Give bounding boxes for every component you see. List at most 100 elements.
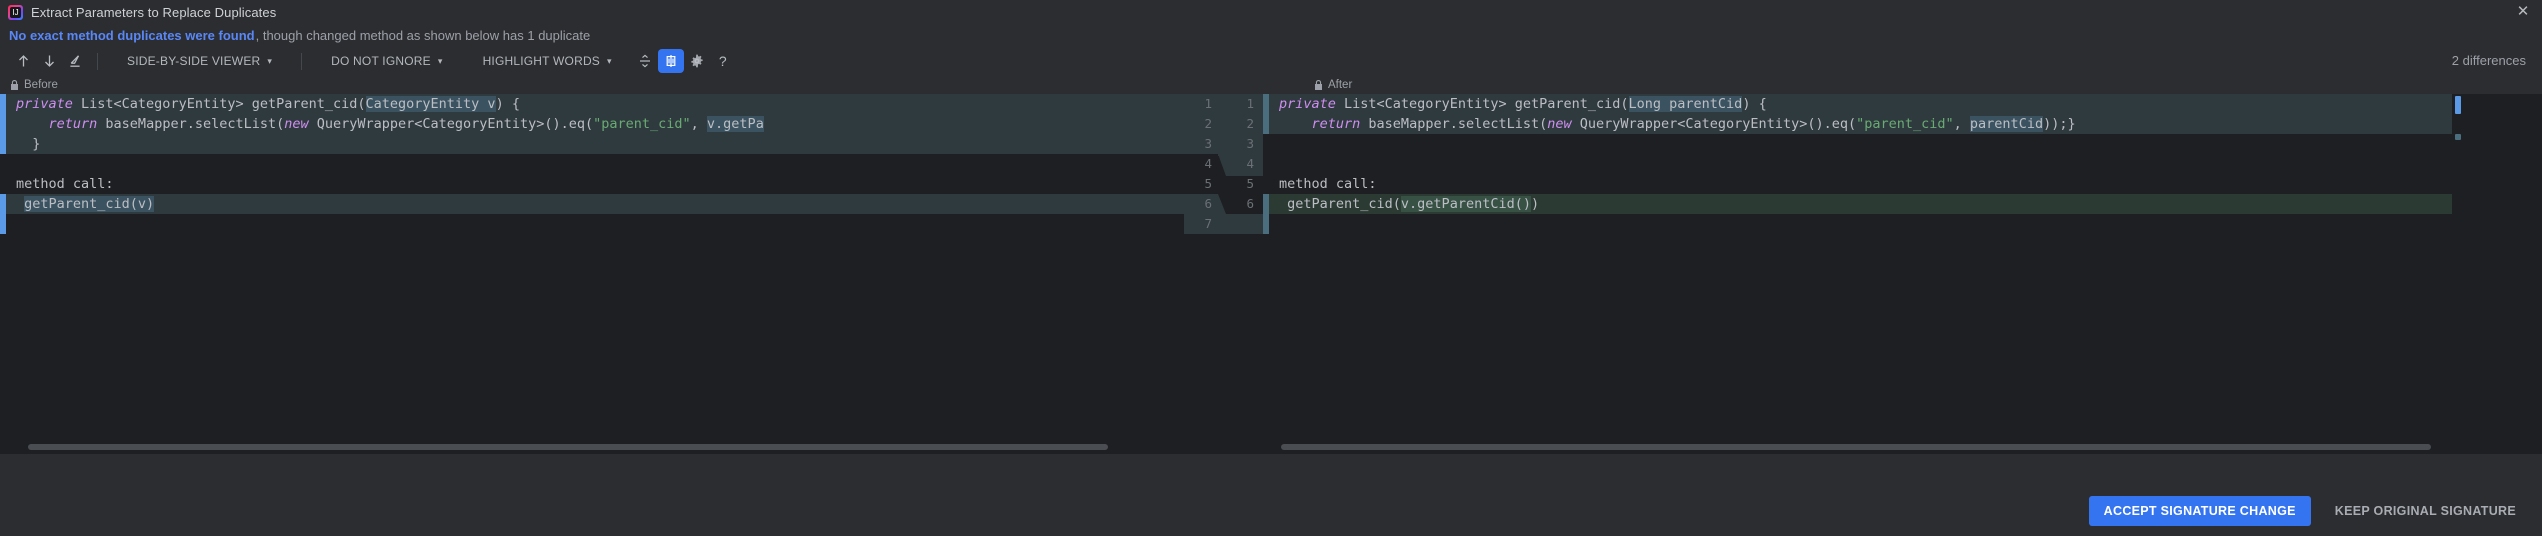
code-token: method call: (1279, 176, 1377, 192)
code-line: private List<CategoryEntity> getParent_c… (6, 94, 1184, 114)
line-number-right: 3 (1246, 136, 1254, 151)
chevron-down-icon: ▾ (267, 55, 273, 66)
chevron-down-icon: ▾ (607, 55, 612, 66)
line-number-right: 4 (1246, 156, 1254, 171)
code-line: method call: (1269, 174, 2463, 194)
code-token: } (16, 136, 41, 152)
code-token: return (1311, 116, 1361, 132)
line-number-gutter: 1 2 3 4 5 6 7 1 2 3 4 5 6 (1184, 94, 1263, 454)
toolbar-separator-1 (97, 52, 98, 70)
dialog-footer: ACCEPT SIGNATURE CHANGE KEEP ORIGINAL SI… (0, 486, 2542, 536)
highlight-mode-dropdown[interactable]: HIGHLIGHT WORDS ▾ (477, 52, 618, 70)
line-number-right: 2 (1246, 116, 1254, 131)
code-token: private (1279, 96, 1336, 112)
code-token: CategoryEntity v (365, 96, 496, 112)
ignore-policy-dropdown[interactable]: DO NOT IGNORE ▾ (325, 52, 448, 70)
code-token: , (1953, 116, 1970, 132)
hscrollbar-after[interactable] (1281, 444, 2431, 450)
line-number-left: 7 (1204, 216, 1212, 231)
window-titlebar: IJ Extract Parameters to Replace Duplica… (0, 0, 2542, 24)
close-icon[interactable]: ✕ (2514, 3, 2532, 21)
pane-headers: Before After (0, 76, 2542, 94)
code-token: getParent_cid( (1279, 196, 1401, 212)
vscrollbar-after[interactable] (2452, 94, 2463, 454)
collapse-unchanged-icon[interactable] (632, 49, 658, 73)
code-token: , (690, 116, 707, 132)
line-number-right: 6 (1246, 196, 1254, 211)
line-number-left: 4 (1204, 156, 1212, 171)
accept-signature-change-button[interactable]: ACCEPT SIGNATURE CHANGE (2088, 496, 2311, 526)
line-number-right: 5 (1246, 176, 1254, 191)
chevron-down-icon: ▾ (437, 55, 443, 66)
code-token: private (16, 96, 73, 112)
code-body-before[interactable]: private List<CategoryEntity> getParent_c… (6, 94, 1184, 454)
code-token: return (48, 116, 98, 132)
code-token: v.getParentCid() (1400, 196, 1531, 212)
code-token: QueryWrapper<CategoryEntity>().eq( (308, 116, 594, 132)
line-number-right: 1 (1246, 96, 1254, 111)
code-token: ) { (495, 96, 520, 112)
viewer-mode-dropdown[interactable]: SIDE-BY-SIDE VIEWER ▾ (121, 52, 278, 70)
info-message-strong: No exact method duplicates were found (9, 27, 255, 43)
code-token: new (284, 116, 309, 132)
code-token: List<CategoryEntity> getParent_cid( (1335, 96, 1629, 112)
hscrollbar-before[interactable] (28, 444, 1108, 450)
code-line: getParent_cid(v) (6, 194, 1184, 214)
code-token: QueryWrapper<CategoryEntity>().eq( (1571, 116, 1857, 132)
line-number-left: 5 (1204, 176, 1212, 191)
highlight-mode-label: HIGHLIGHT WORDS (482, 54, 601, 68)
window-title: Extract Parameters to Replace Duplicates (31, 4, 277, 20)
intellij-idea-icon: IJ (8, 4, 23, 20)
question-mark-glyph: ? (718, 53, 727, 69)
code-token: baseMapper.selectList( (1360, 116, 1548, 132)
toolbar-separator-2 (301, 52, 303, 70)
pane-header-after: After (1304, 76, 1352, 94)
code-token: ));} (2043, 116, 2076, 132)
line-number-left: 3 (1204, 136, 1212, 151)
info-message-rest: , though changed method as shown below h… (255, 27, 591, 43)
keep-original-signature-button[interactable]: KEEP ORIGINAL SIGNATURE (2325, 496, 2526, 526)
arrow-down-icon[interactable] (36, 49, 62, 73)
arrow-up-icon[interactable] (10, 49, 36, 73)
code-token: parentCid (1969, 116, 2044, 132)
code-token: ) { (1742, 96, 1767, 112)
scroll-marker-change (2455, 96, 2461, 114)
diff-viewer: private List<CategoryEntity> getParent_c… (0, 94, 2542, 454)
code-token: Long parentCid (1628, 96, 1743, 112)
code-token: v.getPa (706, 116, 764, 132)
code-token: "parent_cid" (1856, 116, 1954, 132)
diff-pane-after[interactable]: private List<CategoryEntity> getParent_c… (1263, 94, 2463, 454)
viewer-mode-label: SIDE-BY-SIDE VIEWER (127, 54, 261, 68)
code-token: ) (1530, 196, 1540, 212)
code-token: getParent_cid(v) (24, 196, 155, 212)
ignore-policy-label: DO NOT IGNORE (331, 54, 431, 68)
diff-pane-before[interactable]: private List<CategoryEntity> getParent_c… (0, 94, 1184, 454)
code-token: new (1547, 116, 1572, 132)
differences-count: 2 differences (2451, 53, 2526, 68)
code-line: return baseMapper.selectList(new QueryWr… (6, 114, 1184, 134)
code-line: private List<CategoryEntity> getParent_c… (1269, 94, 2463, 114)
code-body-after[interactable]: private List<CategoryEntity> getParent_c… (1269, 94, 2463, 454)
scroll-marker-change (2455, 134, 2461, 140)
code-token: baseMapper.selectList( (97, 116, 285, 132)
diff-toolbar: SIDE-BY-SIDE VIEWER ▾ DO NOT IGNORE ▾ HI… (0, 46, 2542, 76)
pencil-underline-icon[interactable] (62, 49, 88, 73)
code-token: "parent_cid" (593, 116, 691, 132)
lock-icon (10, 79, 19, 91)
pane-header-before: Before (0, 76, 1304, 94)
gear-icon[interactable] (684, 49, 710, 73)
line-numbers: 1 2 3 4 5 6 7 1 2 3 4 5 6 (1184, 94, 1263, 454)
info-message: No exact method duplicates were found, t… (0, 24, 2542, 46)
code-token: List<CategoryEntity> getParent_cid( (72, 96, 366, 112)
pane-header-before-label: Before (24, 79, 58, 91)
question-mark-icon[interactable]: ? (710, 49, 736, 73)
line-number-left: 6 (1204, 196, 1212, 211)
align-columns-icon[interactable] (657, 49, 684, 73)
